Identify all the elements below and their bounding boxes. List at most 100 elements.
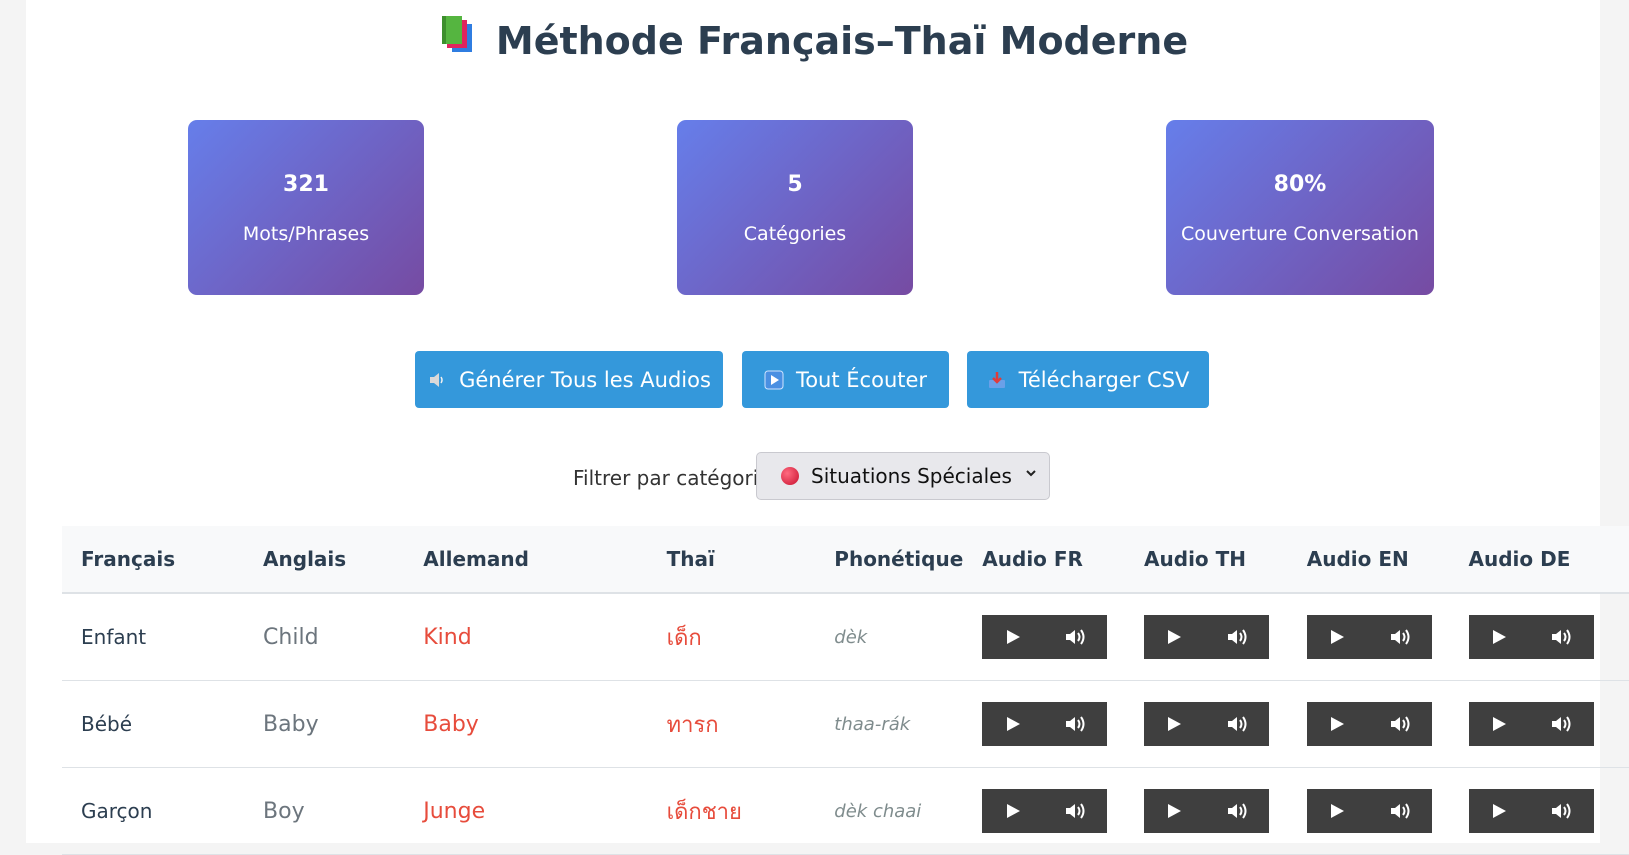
- column-header: Anglais: [244, 526, 405, 594]
- phonetic-cell: dèk chaai: [815, 767, 964, 855]
- column-header: Thaï: [647, 526, 816, 594]
- stat-value: 5: [787, 172, 803, 197]
- stat-card-coverage: 80% Couverture Conversation: [1166, 120, 1434, 295]
- french-cell: Garçon: [62, 767, 245, 855]
- phonetic-cell: thaa-rák: [815, 680, 964, 768]
- audio-fr-cell: [963, 680, 1126, 768]
- volume-icon[interactable]: [1389, 627, 1411, 647]
- play-icon[interactable]: [1004, 802, 1022, 820]
- audio-player-de[interactable]: [1468, 789, 1594, 833]
- volume-icon[interactable]: [1064, 627, 1086, 647]
- volume-icon[interactable]: [1550, 801, 1572, 821]
- table-row: Enfant Child Kind เด็ก dèk: [62, 593, 1629, 681]
- english-cell: Boy: [244, 767, 405, 855]
- play-icon[interactable]: [1165, 715, 1183, 733]
- audio-de-cell: [1449, 767, 1629, 855]
- audio-player-fr[interactable]: [982, 702, 1108, 746]
- audio-player-de[interactable]: [1468, 702, 1594, 746]
- thai-cell: เด็กชาย: [647, 767, 816, 855]
- audio-fr-cell: [963, 593, 1126, 681]
- play-icon[interactable]: [1004, 715, 1022, 733]
- column-header: Allemand: [404, 526, 648, 594]
- audio-player-fr[interactable]: [982, 615, 1108, 659]
- audio-player-de[interactable]: [1468, 615, 1594, 659]
- play-icon[interactable]: [1328, 628, 1346, 646]
- audio-player-en[interactable]: [1306, 615, 1432, 659]
- play-icon[interactable]: [1328, 715, 1346, 733]
- column-header: Audio EN: [1287, 526, 1450, 594]
- speaker-icon: [427, 370, 447, 390]
- english-cell: Child: [244, 593, 405, 681]
- audio-player-fr[interactable]: [982, 789, 1108, 833]
- volume-icon[interactable]: [1226, 714, 1248, 734]
- stat-label: Catégories: [743, 223, 847, 245]
- stat-card-categories: 5 Catégories: [677, 120, 913, 295]
- column-header: Phonétique: [815, 526, 964, 594]
- play-icon[interactable]: [1165, 628, 1183, 646]
- play-icon[interactable]: [1490, 715, 1508, 733]
- volume-icon[interactable]: [1226, 801, 1248, 821]
- play-icon[interactable]: [1490, 628, 1508, 646]
- stat-label: Mots/Phrases: [242, 223, 370, 245]
- table-row: Garçon Boy Junge เด็กชาย dèk chaai: [62, 767, 1629, 855]
- audio-th-cell: [1125, 680, 1288, 768]
- category-filter-select[interactable]: Situations Spéciales: [756, 452, 1050, 500]
- chevron-down-icon: [1025, 467, 1037, 483]
- audio-player-th[interactable]: [1144, 702, 1270, 746]
- play-all-label: Tout Écouter: [795, 367, 928, 392]
- volume-icon[interactable]: [1226, 627, 1248, 647]
- french-cell: Bébé: [62, 680, 245, 768]
- stat-card-words: 321 Mots/Phrases: [188, 120, 424, 295]
- books-icon: [438, 14, 480, 65]
- stat-value: 321: [283, 172, 329, 197]
- audio-de-cell: [1449, 680, 1629, 768]
- audio-player-en[interactable]: [1306, 702, 1432, 746]
- generate-all-audio-label: Générer Tous les Audios: [459, 367, 711, 392]
- audio-player-th[interactable]: [1144, 615, 1270, 659]
- download-csv-button[interactable]: Télécharger CSV: [967, 351, 1209, 408]
- german-cell: Kind: [404, 593, 648, 681]
- page-title-row: Méthode Français–Thaï Moderne: [26, 16, 1600, 69]
- red-circle-icon: [781, 467, 799, 485]
- volume-icon[interactable]: [1064, 714, 1086, 734]
- phonetic-cell: dèk: [815, 593, 964, 681]
- page-title: Méthode Français–Thaï Moderne: [495, 19, 1189, 63]
- audio-th-cell: [1125, 767, 1288, 855]
- volume-icon[interactable]: [1064, 801, 1086, 821]
- table-row: Bébé Baby Baby ทารก thaa-rák: [62, 680, 1629, 768]
- category-filter-value: Situations Spéciales: [811, 464, 1012, 488]
- generate-all-audio-button[interactable]: Générer Tous les Audios: [415, 351, 723, 408]
- play-icon: [764, 370, 784, 390]
- play-icon[interactable]: [1328, 802, 1346, 820]
- stat-value: 80%: [1273, 172, 1327, 197]
- volume-icon[interactable]: [1550, 627, 1572, 647]
- play-icon[interactable]: [1165, 802, 1183, 820]
- audio-en-cell: [1287, 767, 1450, 855]
- play-icon[interactable]: [1004, 628, 1022, 646]
- download-tray-icon: [987, 370, 1007, 390]
- german-cell: Baby: [404, 680, 648, 768]
- play-all-button[interactable]: Tout Écouter: [742, 351, 949, 408]
- stat-label: Couverture Conversation: [1181, 223, 1419, 245]
- french-cell: Enfant: [62, 593, 245, 681]
- table-header-row: Français Anglais Allemand Thaï Phonétiqu…: [62, 526, 1629, 594]
- thai-cell: ทารก: [647, 680, 816, 768]
- play-icon[interactable]: [1490, 802, 1508, 820]
- thai-cell: เด็ก: [647, 593, 816, 681]
- audio-en-cell: [1287, 680, 1450, 768]
- category-filter-label: Filtrer par catégorie:: [573, 466, 778, 490]
- column-header: Audio DE: [1449, 526, 1629, 594]
- english-cell: Baby: [244, 680, 405, 768]
- german-cell: Junge: [404, 767, 648, 855]
- audio-player-th[interactable]: [1144, 789, 1270, 833]
- column-header: Français: [62, 526, 245, 594]
- audio-de-cell: [1449, 593, 1629, 681]
- volume-icon[interactable]: [1389, 714, 1411, 734]
- main-container: Méthode Français–Thaï Moderne 321 Mots/P…: [26, 0, 1629, 855]
- download-csv-label: Télécharger CSV: [1018, 367, 1190, 392]
- volume-icon[interactable]: [1550, 714, 1572, 734]
- audio-player-en[interactable]: [1306, 789, 1432, 833]
- volume-icon[interactable]: [1389, 801, 1411, 821]
- vocabulary-table: Français Anglais Allemand Thaï Phonétiqu…: [62, 526, 1629, 855]
- audio-th-cell: [1125, 593, 1288, 681]
